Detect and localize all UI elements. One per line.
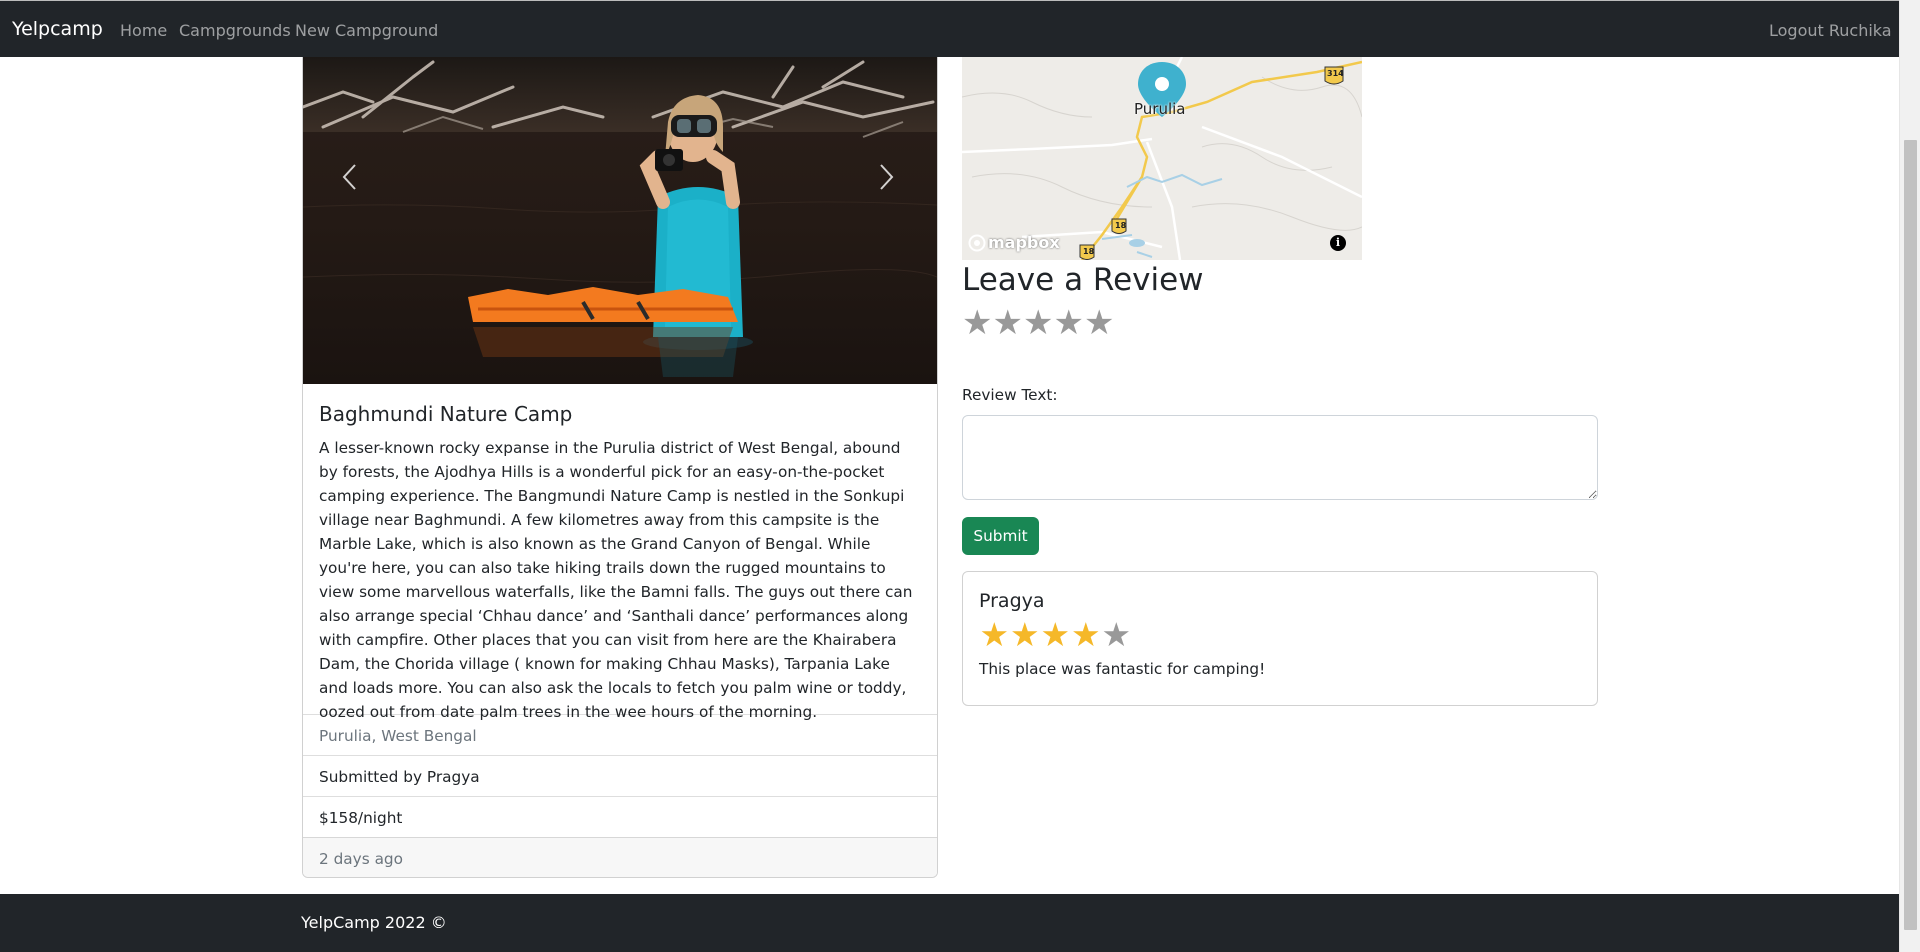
- rating-star-4[interactable]: ★: [1054, 305, 1085, 341]
- card-body: Baghmundi Nature Camp A lesser-known roc…: [303, 384, 937, 721]
- review-author: Pragya: [979, 590, 1045, 612]
- chevron-right-icon: [880, 164, 894, 190]
- chevron-left-icon: [342, 164, 356, 190]
- campground-price: $158/night: [303, 796, 937, 837]
- campground-title: Baghmundi Nature Camp: [319, 402, 573, 426]
- campground-posted-time: 2 days ago: [303, 837, 937, 877]
- highway-label-18: 18: [1115, 221, 1127, 230]
- map-info-icon[interactable]: i: [1330, 235, 1346, 251]
- highway-label-314: 314: [1327, 69, 1344, 78]
- page-scrollbar[interactable]: [1899, 0, 1920, 952]
- review-star-3: ★: [1040, 615, 1071, 654]
- footer: YelpCamp 2022 ©: [0, 894, 1899, 952]
- map-city-label: Purulia: [1134, 100, 1186, 118]
- submit-review-button[interactable]: Submit: [962, 517, 1039, 555]
- footer-text: YelpCamp 2022 ©: [301, 913, 447, 932]
- image-carousel: [303, 57, 937, 384]
- review-body: This place was fantastic for camping!: [979, 660, 1266, 678]
- map[interactable]: 314 18 18 Purulia mapbox i: [962, 57, 1362, 260]
- carousel-next-button[interactable]: [867, 152, 907, 202]
- campground-author: Submitted by Pragya: [303, 755, 937, 796]
- scrollbar-thumb[interactable]: [1904, 140, 1917, 930]
- rating-star-1[interactable]: ★: [962, 305, 993, 341]
- carousel-prev-button[interactable]: [329, 152, 369, 202]
- review-card: Pragya ★ ★ ★ ★ ★ This place was fantasti…: [962, 571, 1598, 706]
- campground-photo: [303, 57, 937, 384]
- review-text-input[interactable]: [962, 415, 1598, 500]
- review-form-heading: Leave a Review: [962, 262, 1204, 298]
- rating-star-5[interactable]: ★: [1084, 305, 1115, 341]
- navbar: Yelpcamp Home Campgrounds New Campground…: [0, 1, 1899, 57]
- review-star-4: ★: [1070, 615, 1101, 654]
- rating-star-3[interactable]: ★: [1023, 305, 1054, 341]
- nav-link-home[interactable]: Home: [120, 21, 167, 40]
- rating-star-2[interactable]: ★: [993, 305, 1024, 341]
- nav-link-campgrounds[interactable]: Campgrounds: [179, 21, 291, 40]
- review-star-2: ★: [1009, 615, 1040, 654]
- review-star-1: ★: [979, 615, 1010, 654]
- map-canvas: [962, 57, 1362, 260]
- campground-description: A lesser-known rocky expanse in the Puru…: [319, 439, 913, 721]
- brand-link[interactable]: Yelpcamp: [12, 18, 103, 40]
- review-star-5: ★: [1101, 615, 1132, 654]
- campground-location: Purulia, West Bengal: [303, 714, 937, 755]
- rating-input[interactable]: ★ ★ ★ ★ ★: [962, 305, 1115, 341]
- highway-label-18-south: 18: [1083, 247, 1095, 256]
- mapbox-icon: [968, 234, 986, 251]
- campground-card: Baghmundi Nature Camp A lesser-known roc…: [302, 57, 938, 878]
- mapbox-logo[interactable]: mapbox: [968, 233, 1060, 252]
- review-rating: ★ ★ ★ ★ ★: [979, 618, 1581, 652]
- nav-link-new-campground[interactable]: New Campground: [295, 21, 438, 40]
- nav-link-logout[interactable]: Logout Ruchika: [1769, 21, 1892, 40]
- review-text-label: Review Text:: [962, 386, 1058, 404]
